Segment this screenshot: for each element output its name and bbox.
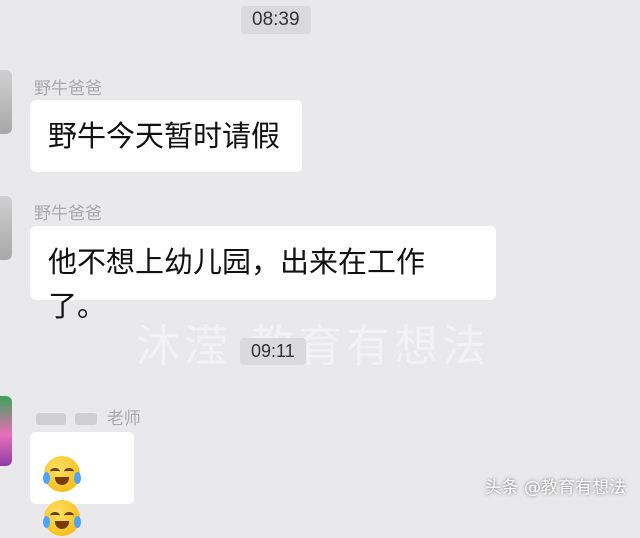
redacted-name-block — [75, 413, 98, 425]
avatar[interactable] — [0, 196, 12, 260]
face-with-tears-of-joy-icon — [43, 456, 81, 492]
message-bubble[interactable]: 他不想上幼儿园，出来在工作了。 — [30, 226, 496, 323]
message-text: 他不想上幼儿园，出来在工作了。 — [48, 245, 426, 323]
redacted-name-block — [36, 413, 66, 425]
avatar[interactable] — [0, 396, 12, 466]
message-bubble[interactable] — [30, 432, 134, 536]
timestamp-text: 09:11 — [251, 341, 295, 361]
sender-name: 野牛爸爸 — [34, 79, 102, 99]
timestamp-pill: 09:11 — [240, 338, 306, 365]
timestamp-text: 08:39 — [252, 9, 300, 30]
message-bubble[interactable]: 野牛今天暂时请假 — [30, 100, 302, 172]
timestamp-pill: 08:39 — [241, 6, 311, 34]
footer-watermark: 头条 @教育有想法 — [484, 478, 626, 498]
message-text: 野牛今天暂时请假 — [48, 119, 281, 153]
sender-name: 野牛爸爸 — [34, 204, 102, 224]
avatar[interactable] — [0, 70, 12, 134]
sender-name: 老师 — [36, 404, 141, 429]
face-with-tears-of-joy-icon — [43, 500, 81, 536]
watermark: 沐滢 教育有想法 — [136, 321, 490, 372]
sender-title: 老师 — [106, 409, 141, 429]
